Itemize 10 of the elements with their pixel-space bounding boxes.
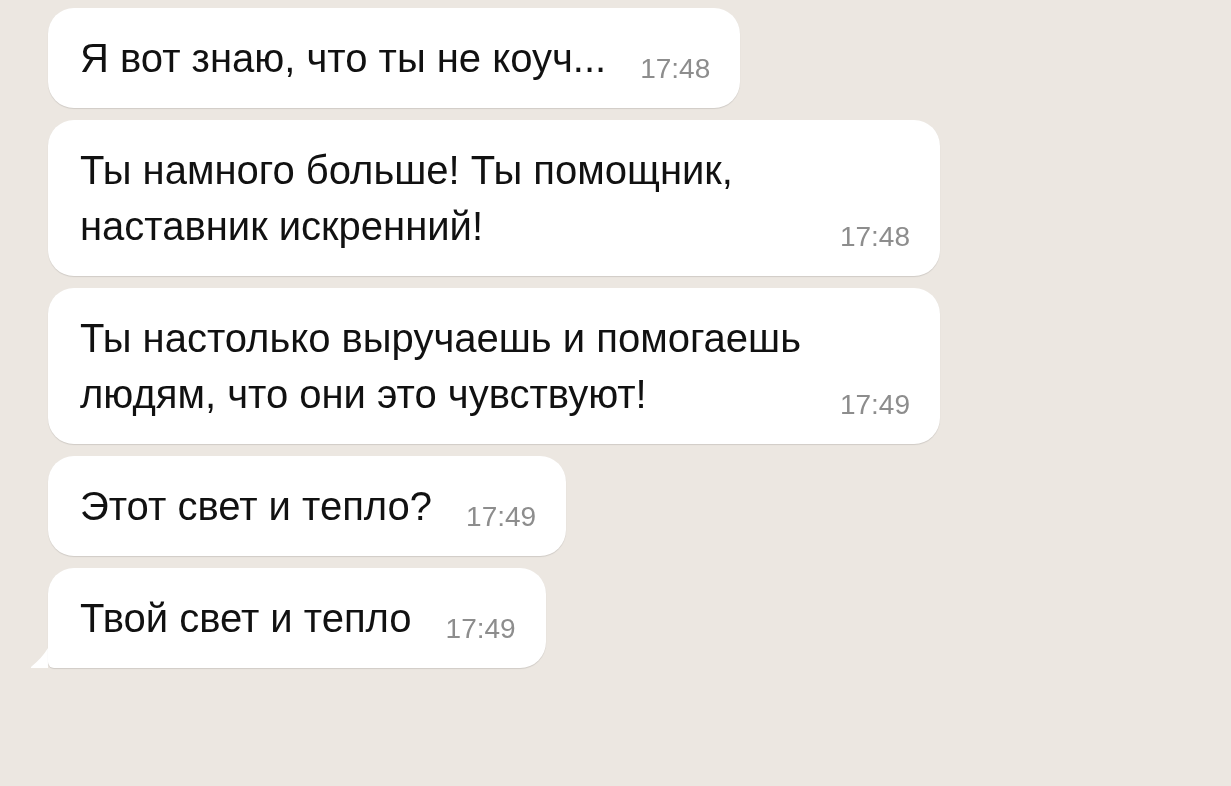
message-text: Ты настолько выручаешь и помогаешь людям, что они это чувствуют! [80, 316, 801, 416]
message-text: Я вот знаю, что ты не коуч... [80, 36, 607, 80]
message-text: Этот свет и тепло? [80, 484, 433, 528]
message-time: 17:49 [466, 500, 537, 534]
message-time: 17:48 [640, 52, 711, 86]
message-time: 17:49 [839, 388, 910, 422]
message-text: Твой свет и тепло [80, 596, 412, 640]
message-time: 17:49 [445, 612, 516, 646]
message-time: 17:48 [839, 220, 910, 254]
message-text: Ты намного больше! Ты помощник, наставник искренний! [80, 148, 733, 248]
